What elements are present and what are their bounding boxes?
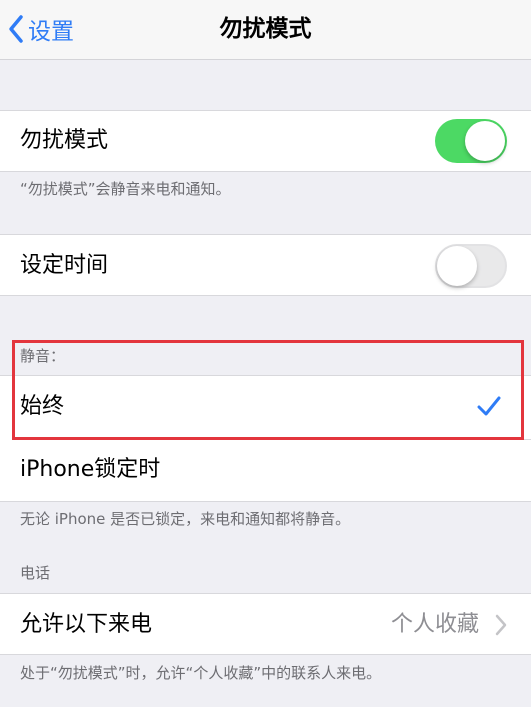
allow-calls-value: 个人收藏 (390, 612, 479, 637)
schedule-label: 设定时间 (20, 253, 109, 278)
silence-footer: 无论 iPhone 是否已锁定，来电和通知都将静音。 (20, 510, 351, 528)
allow-calls-label: 允许以下来电 (20, 612, 153, 637)
option-label: iPhone锁定时 (20, 457, 161, 482)
silence-option-locked[interactable]: iPhone锁定时 (0, 440, 531, 502)
silence-option-always[interactable]: 始终 (0, 376, 531, 438)
option-label: 始终 (20, 394, 65, 419)
page-title: 勿扰模式 (219, 16, 312, 42)
silence-group: 始终 iPhone锁定时 (0, 375, 531, 502)
schedule-toggle[interactable] (435, 244, 507, 288)
dnd-footer: “勿扰模式”会静音来电和通知。 (20, 180, 231, 198)
allow-calls-row[interactable]: 允许以下来电 个人收藏 (0, 593, 531, 655)
dnd-toggle[interactable] (435, 119, 507, 163)
checkmark-icon (477, 395, 501, 421)
toggle-knob (465, 121, 505, 161)
schedule-row: 设定时间 (0, 234, 531, 296)
silence-header: 静音： (20, 347, 66, 365)
dnd-settings-screen: 设置 勿扰模式 勿扰模式 “勿扰模式”会静音来电和通知。 设定时间 静音： 始终 (0, 0, 531, 707)
phone-footer: 处于“勿扰模式”时，允许“个人收藏”中的联系人来电。 (20, 664, 382, 682)
chevron-right-icon (495, 614, 507, 640)
navigation-bar: 设置 勿扰模式 (0, 0, 531, 60)
toggle-knob (437, 246, 477, 286)
dnd-label: 勿扰模式 (20, 128, 109, 153)
phone-header: 电话 (20, 564, 51, 582)
dnd-row: 勿扰模式 (0, 110, 531, 172)
